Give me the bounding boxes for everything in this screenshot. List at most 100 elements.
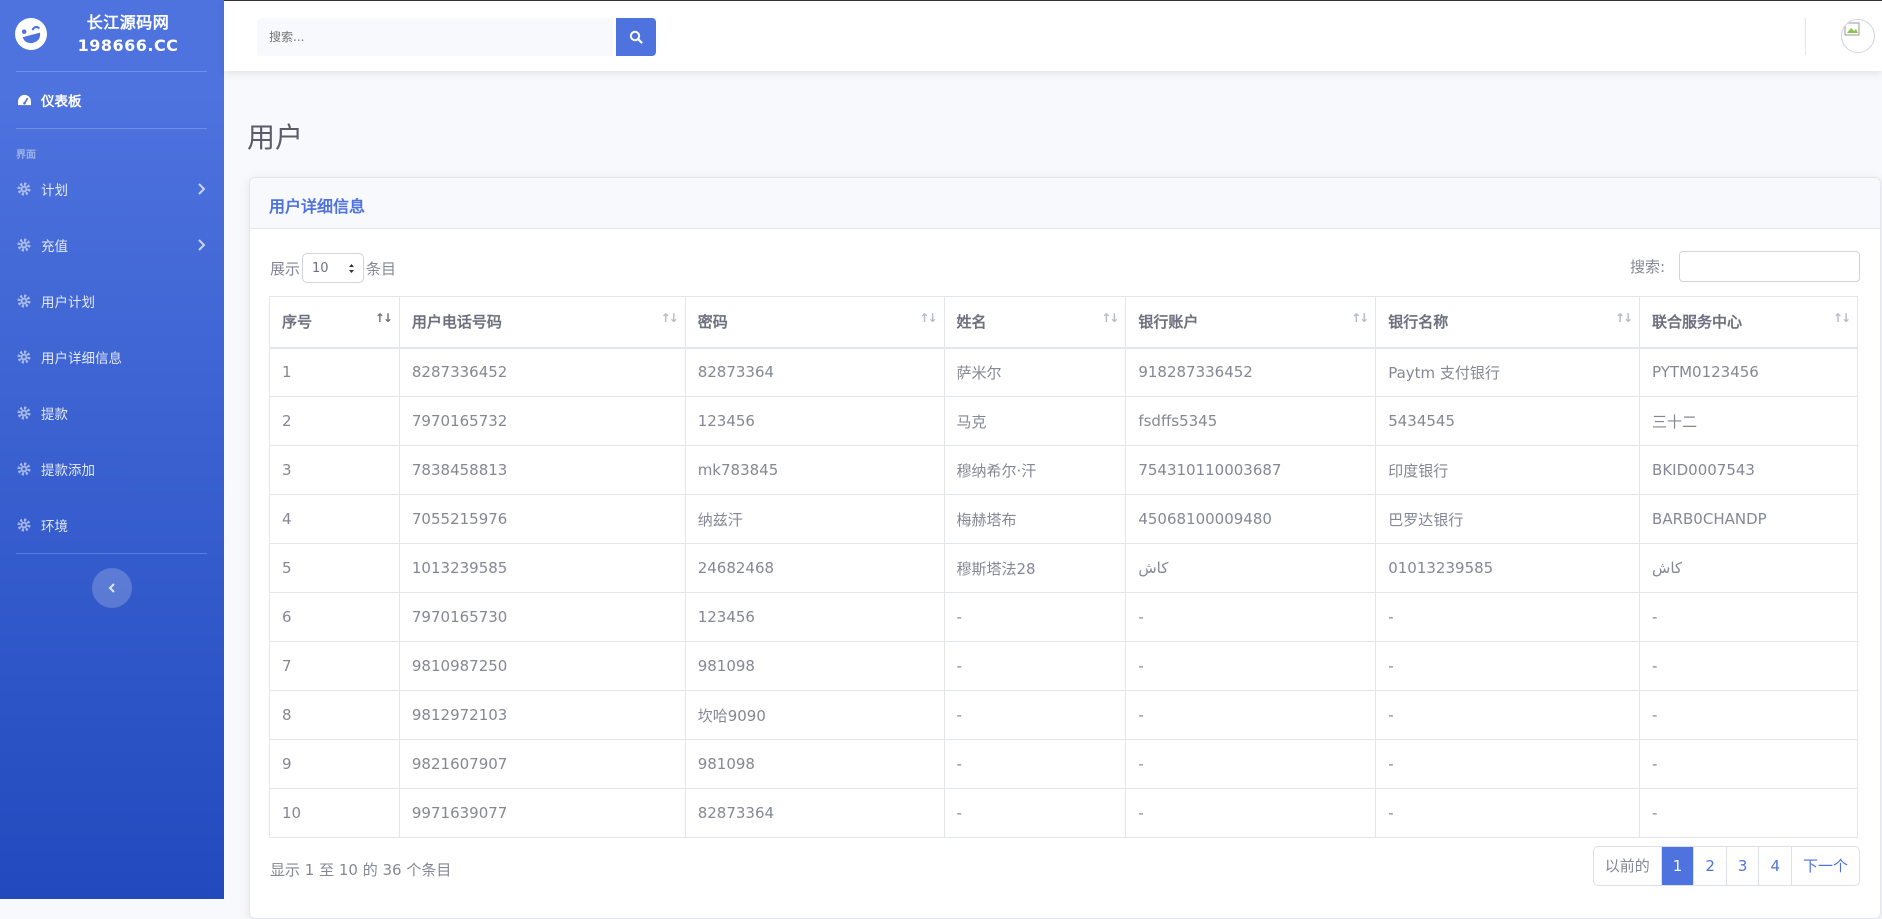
table-cell: 印度银行 bbox=[1375, 445, 1641, 495]
table-header-row: 序号 ↑↓ 用户电话号码 ↑↓ 密码 ↑↓ 姓名 ↑↓ 银行账户 ↑↓ 银行名称 ↑↓ 联合… bbox=[269, 296, 1858, 349]
pagination-next[interactable]: 下一个 bbox=[1790, 847, 1859, 885]
table-row: 2 7970165732 123456 马克 fsdffs5345 5434545 三十二 bbox=[269, 396, 1858, 446]
table-cell: 01013239585 bbox=[1375, 543, 1641, 593]
brand-name: 长江源码网 198666.CC bbox=[58, 11, 198, 57]
chevron-right-icon bbox=[198, 183, 206, 195]
table-cell: 8 bbox=[269, 690, 400, 740]
table-row: 4 7055215976 纳兹汗 梅赫塔布 45068100009480 巴罗达银行 BAR… bbox=[269, 494, 1858, 544]
sidebar-item-environment[interactable]: 环境 bbox=[0, 505, 224, 545]
brand[interactable]: 长江源码网 198666.CC bbox=[0, 0, 224, 70]
table-body: 1 8287336452 82873364 萨米尔 918287336452 Paytm … bbox=[269, 347, 1858, 838]
chevron-left-icon bbox=[108, 583, 115, 593]
table-cell: 24682468 bbox=[684, 543, 945, 593]
table-cell: 9821607907 bbox=[398, 739, 686, 789]
pagination-page[interactable]: 3 bbox=[1725, 847, 1759, 885]
table-search-input[interactable] bbox=[1679, 251, 1860, 282]
column-header[interactable]: 联合服务中心 ↑↓ bbox=[1639, 296, 1858, 349]
table-cell: كاش bbox=[1125, 543, 1377, 593]
table-row: 9 9821607907 981098- - - - bbox=[269, 739, 1858, 789]
table-cell: - bbox=[1639, 739, 1858, 789]
cog-icon bbox=[16, 293, 32, 309]
table-cell: 9971639077 bbox=[398, 788, 686, 838]
table-cell: 梅赫塔布 bbox=[943, 494, 1127, 544]
search-icon bbox=[629, 30, 643, 44]
column-header[interactable]: 银行账户 ↑↓ bbox=[1125, 296, 1377, 349]
sidebar-item-label: 用户计划 bbox=[41, 295, 95, 311]
table-cell: - bbox=[1125, 641, 1377, 691]
table-cell: 2 bbox=[269, 396, 400, 446]
table-cell: 穆斯塔法28 bbox=[943, 543, 1127, 593]
column-header-label: 序号 bbox=[282, 313, 313, 332]
table-cell: fsdffs5345 bbox=[1125, 396, 1377, 446]
table-cell: - bbox=[1375, 592, 1641, 642]
table-cell: - bbox=[1125, 739, 1377, 789]
length-select[interactable]: 10 bbox=[302, 253, 365, 283]
table-cell: PYTM0123456 bbox=[1639, 347, 1858, 397]
table-cell: 7970165732 bbox=[398, 396, 686, 446]
column-header-label: 银行名称 bbox=[1388, 313, 1449, 332]
table-row: 6 7970165730 123456- - - - bbox=[269, 592, 1858, 642]
table-cell: 马克 bbox=[943, 396, 1127, 446]
sidebar-item-plan[interactable]: 计划 bbox=[0, 169, 224, 209]
sidebar-item-label: 用户详细信息 bbox=[41, 351, 122, 367]
length-prefix: 展示 bbox=[270, 259, 301, 278]
table-cell: - bbox=[943, 788, 1127, 838]
cog-icon bbox=[16, 517, 32, 533]
table-cell: - bbox=[1375, 641, 1641, 691]
pagination-page[interactable]: 4 bbox=[1758, 847, 1791, 885]
table-cell: 穆纳希尔·汗 bbox=[943, 445, 1127, 495]
table-cell: 纳兹汗 bbox=[684, 494, 945, 544]
length-suffix: 条目 bbox=[366, 259, 397, 278]
search-button[interactable] bbox=[616, 18, 656, 56]
sidebar-item-label: 计划 bbox=[41, 183, 68, 199]
sidebar-item-label: 仪表板 bbox=[41, 94, 82, 110]
sidebar-item-user-details[interactable]: 用户详细信息 bbox=[0, 337, 224, 377]
laugh-wink-icon bbox=[15, 18, 47, 50]
table-cell: 7970165730 bbox=[398, 592, 686, 642]
table-cell: 918287336452 bbox=[1125, 347, 1377, 397]
table-cell: 萨米尔 bbox=[943, 347, 1127, 397]
card-header: 用户详细信息 bbox=[250, 178, 1880, 229]
sidebar-item-withdraw-add[interactable]: 提款添加 bbox=[0, 449, 224, 489]
column-header[interactable]: 序号 ↑↓ bbox=[269, 296, 400, 349]
table-cell: - bbox=[943, 739, 1127, 789]
cog-icon bbox=[16, 181, 32, 197]
table-cell: 981098 bbox=[684, 641, 945, 691]
sidebar-item-label: 提款添加 bbox=[41, 463, 95, 479]
search-input[interactable] bbox=[257, 18, 613, 56]
table-cell: - bbox=[1375, 788, 1641, 838]
pagination-page[interactable]: 1 bbox=[1660, 847, 1694, 885]
column-header[interactable]: 用户电话号码 ↑↓ bbox=[398, 296, 686, 349]
sort-icon: ↑↓ bbox=[1351, 311, 1369, 325]
sort-icon: ↑↓ bbox=[919, 311, 937, 325]
sidebar-item-dashboard[interactable]: 仪表板 bbox=[0, 80, 224, 120]
sidebar-item-label: 提款 bbox=[41, 407, 68, 423]
avatar[interactable] bbox=[1841, 19, 1875, 53]
table-row: 1 8287336452 82873364 萨米尔 918287336452 Paytm … bbox=[269, 347, 1858, 397]
table-cell: 8287336452 bbox=[398, 347, 686, 397]
cog-icon bbox=[16, 349, 32, 365]
column-header[interactable]: 银行名称 ↑↓ bbox=[1375, 296, 1641, 349]
sidebar-item-user-plan[interactable]: 用户计划 bbox=[0, 281, 224, 321]
pagination-page[interactable]: 2 bbox=[1693, 847, 1726, 885]
column-header[interactable]: 姓名 ↑↓ bbox=[943, 296, 1127, 349]
column-header[interactable]: 密码 ↑↓ bbox=[684, 296, 945, 349]
sidebar-item-recharge[interactable]: 充值 bbox=[0, 225, 224, 265]
table-cell: - bbox=[1125, 788, 1377, 838]
table-cell: - bbox=[1639, 592, 1858, 642]
sort-icon: ↑↓ bbox=[660, 311, 679, 325]
select-arrows-icon bbox=[349, 263, 355, 273]
filter-label: 搜索: bbox=[1629, 258, 1665, 276]
sidebar-toggle-button[interactable] bbox=[92, 568, 132, 608]
column-header-label: 姓名 bbox=[956, 313, 987, 332]
table-cell: BKID0007543 bbox=[1639, 445, 1858, 495]
table-cell: 3 bbox=[269, 445, 400, 495]
table-cell: 981098 bbox=[684, 739, 945, 789]
tachometer-icon bbox=[16, 92, 32, 108]
pagination-previous[interactable]: 以前的 bbox=[1594, 847, 1661, 885]
table-cell: 4 bbox=[269, 494, 400, 544]
table-row: 8 9812972103 坎哈9090- - - - bbox=[269, 690, 1858, 740]
table-cell: 7 bbox=[269, 641, 400, 691]
sidebar-item-withdraw[interactable]: 提款 bbox=[0, 393, 224, 433]
table-cell: 7055215976 bbox=[398, 494, 686, 544]
